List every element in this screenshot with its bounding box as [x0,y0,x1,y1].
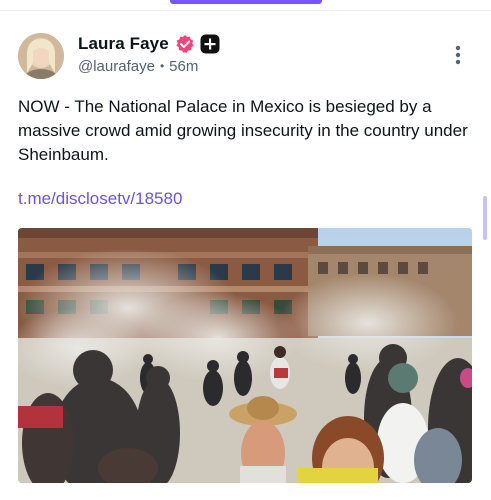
author-handle[interactable]: @laurafaye [78,58,155,75]
post-body-text: NOW - The National Palace in Mexico is b… [18,97,468,164]
more-options-icon[interactable] [450,44,466,66]
post-card[interactable]: Laura Faye @laurafaye • 56m NOW - The Na… [0,11,491,500]
verified-badge-icon [175,34,195,54]
post-link[interactable]: t.me/disclosetv/18580 [18,187,182,211]
top-tab-indicator [170,0,322,4]
author-avatar[interactable] [18,33,64,79]
avatar-photo [18,33,64,79]
post-media[interactable] [18,228,472,483]
plus-app-icon [200,34,220,54]
protest-photo [18,228,472,483]
scrollbar-thumb[interactable] [483,196,487,240]
meta-separator: • [159,59,165,73]
author-display-name[interactable]: Laura Faye [78,34,169,54]
post-timestamp[interactable]: 56m [169,58,198,75]
